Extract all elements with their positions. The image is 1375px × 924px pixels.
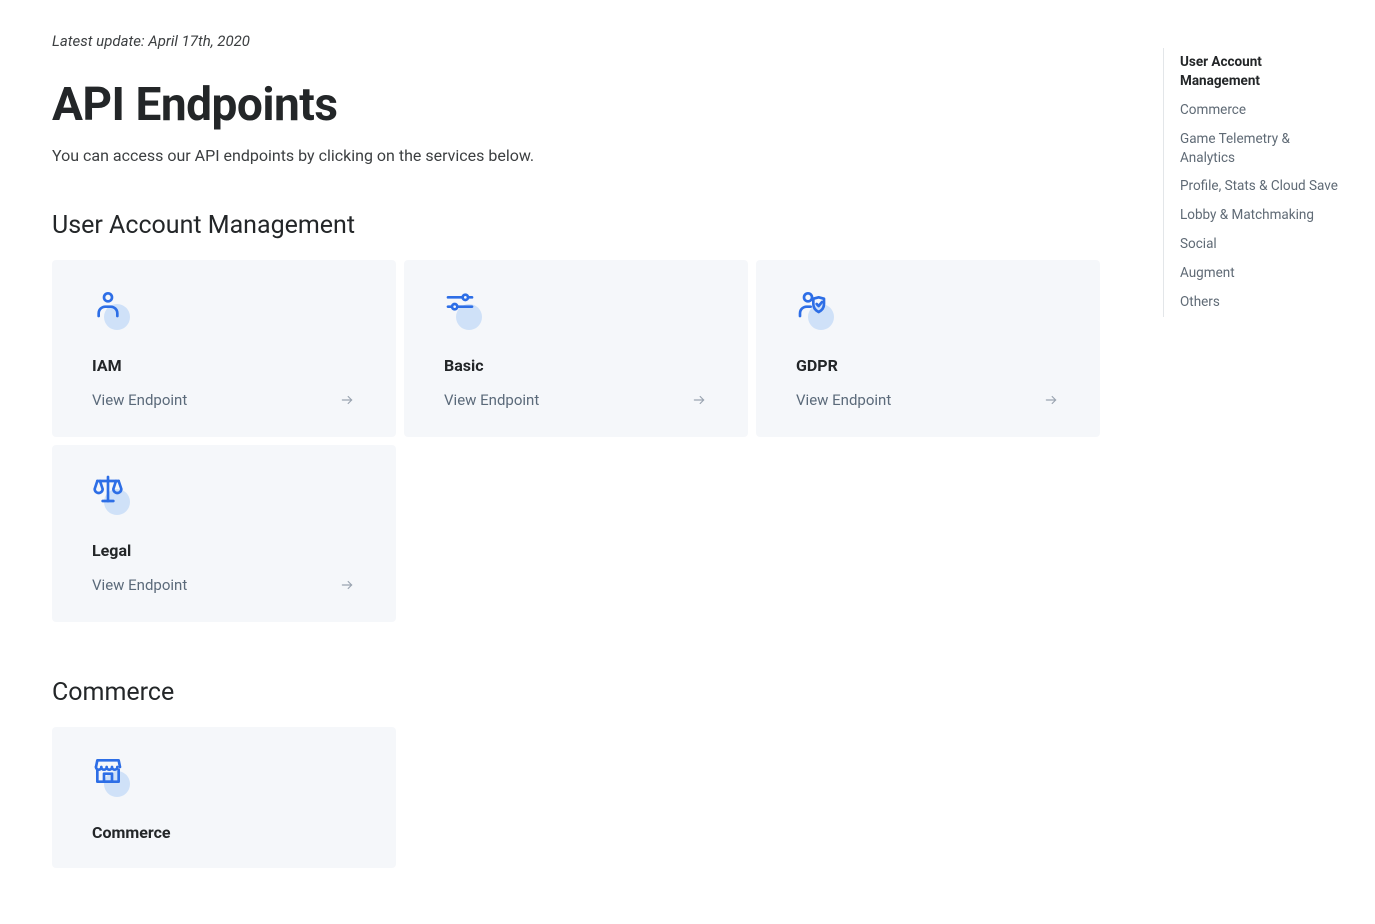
section-title-user-account: User Account Management xyxy=(52,211,1120,240)
table-of-contents: User Account Management Commerce Game Te… xyxy=(1163,48,1343,317)
card-title: IAM xyxy=(92,356,356,375)
card-grid-commerce: Commerce xyxy=(52,727,1120,868)
view-endpoint-link[interactable]: View Endpoint xyxy=(796,391,1060,409)
toc-item-profile[interactable]: Profile, Stats & Cloud Save xyxy=(1180,172,1343,201)
update-line: Latest update: April 17th, 2020 xyxy=(52,32,1120,50)
arrow-right-icon xyxy=(1042,393,1060,407)
view-endpoint-label: View Endpoint xyxy=(92,391,187,409)
view-endpoint-link[interactable]: View Endpoint xyxy=(92,576,356,594)
card-title: GDPR xyxy=(796,356,1060,375)
card-iam[interactable]: IAM View Endpoint xyxy=(52,260,396,437)
user-icon xyxy=(92,288,132,328)
view-endpoint-link[interactable]: View Endpoint xyxy=(444,391,708,409)
card-commerce[interactable]: Commerce xyxy=(52,727,396,868)
sliders-icon xyxy=(444,288,484,328)
card-gdpr[interactable]: GDPR View Endpoint xyxy=(756,260,1100,437)
card-grid-user-account: IAM View Endpoint Basic View Endpoint xyxy=(52,260,1120,622)
main-content: Latest update: April 17th, 2020 API Endp… xyxy=(0,0,1120,868)
view-endpoint-label: View Endpoint xyxy=(92,576,187,594)
toc-item-social[interactable]: Social xyxy=(1180,230,1343,259)
user-shield-icon xyxy=(796,288,836,328)
toc-item-lobby[interactable]: Lobby & Matchmaking xyxy=(1180,201,1343,230)
toc-item-others[interactable]: Others xyxy=(1180,288,1343,317)
card-legal[interactable]: Legal View Endpoint xyxy=(52,445,396,622)
page-subtitle: You can access our API endpoints by clic… xyxy=(52,146,1120,165)
section-title-commerce: Commerce xyxy=(52,678,1120,707)
card-basic[interactable]: Basic View Endpoint xyxy=(404,260,748,437)
arrow-right-icon xyxy=(690,393,708,407)
toc-item-augment[interactable]: Augment xyxy=(1180,259,1343,288)
scales-icon xyxy=(92,473,132,513)
arrow-right-icon xyxy=(338,578,356,592)
storefront-icon xyxy=(92,755,132,795)
toc-item-user-account[interactable]: User Account Management xyxy=(1180,48,1343,96)
toc-item-telemetry[interactable]: Game Telemetry & Analytics xyxy=(1180,125,1343,173)
arrow-right-icon xyxy=(338,393,356,407)
view-endpoint-label: View Endpoint xyxy=(796,391,891,409)
card-title: Legal xyxy=(92,541,356,560)
view-endpoint-link[interactable]: View Endpoint xyxy=(92,391,356,409)
card-title: Commerce xyxy=(92,823,356,842)
card-title: Basic xyxy=(444,356,708,375)
toc-item-commerce[interactable]: Commerce xyxy=(1180,96,1343,125)
page-title: API Endpoints xyxy=(52,78,1120,132)
view-endpoint-label: View Endpoint xyxy=(444,391,539,409)
